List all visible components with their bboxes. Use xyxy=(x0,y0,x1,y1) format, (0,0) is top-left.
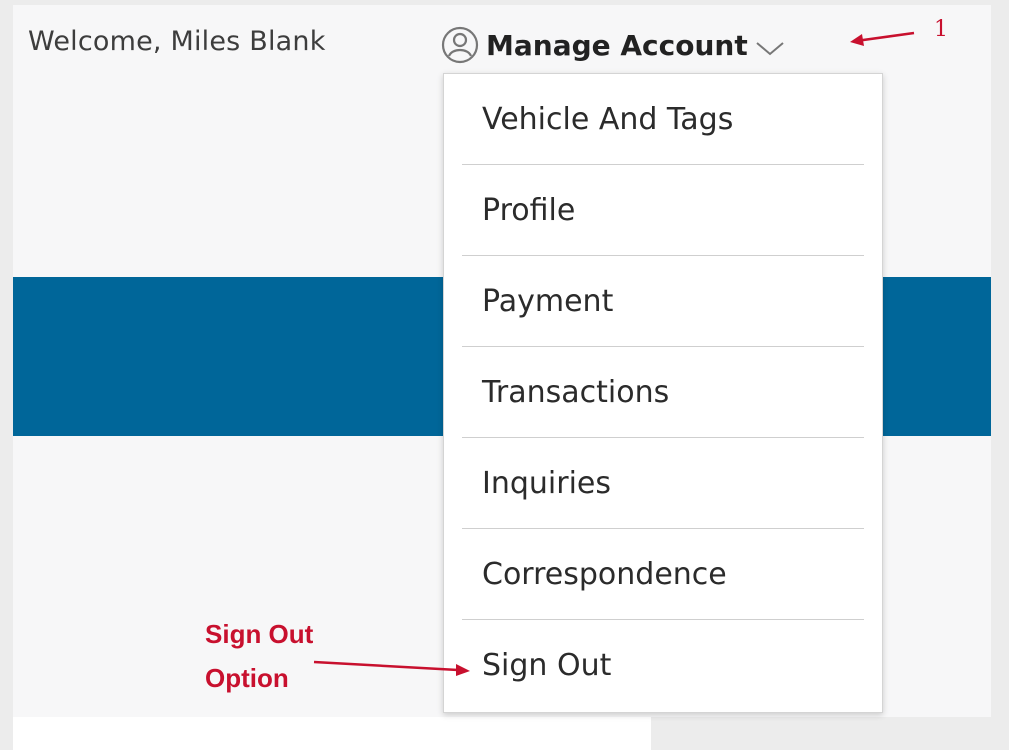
menu-item-sign-out[interactable]: Sign Out xyxy=(462,620,864,711)
menu-item-payment[interactable]: Payment xyxy=(462,256,864,347)
sign-out-annotation: Sign Out Option xyxy=(205,619,314,693)
welcome-text: Welcome, Miles Blank xyxy=(28,26,326,57)
annotation-arrow-icon xyxy=(850,31,915,46)
user-circle-icon xyxy=(440,25,480,65)
manage-account-dropdown: Vehicle And Tags Profile Payment Transac… xyxy=(443,73,883,713)
annotation-arrow-icon xyxy=(313,660,470,676)
menu-item-profile[interactable]: Profile xyxy=(462,165,864,256)
menu-item-transactions[interactable]: Transactions xyxy=(462,347,864,438)
chevron-down-icon xyxy=(754,40,786,58)
annotation-step-number: 1 xyxy=(934,17,948,42)
menu-item-vehicle-and-tags[interactable]: Vehicle And Tags xyxy=(462,74,864,165)
manage-account-button[interactable]: Manage Account xyxy=(440,22,786,68)
menu-item-inquiries[interactable]: Inquiries xyxy=(462,438,864,529)
manage-account-label: Manage Account xyxy=(486,28,748,62)
header-bar: Welcome, Miles Blank Manage Account 1 xyxy=(0,0,1009,70)
content-panel xyxy=(13,717,651,750)
menu-list: Vehicle And Tags Profile Payment Transac… xyxy=(444,74,882,711)
menu-item-correspondence[interactable]: Correspondence xyxy=(462,529,864,620)
